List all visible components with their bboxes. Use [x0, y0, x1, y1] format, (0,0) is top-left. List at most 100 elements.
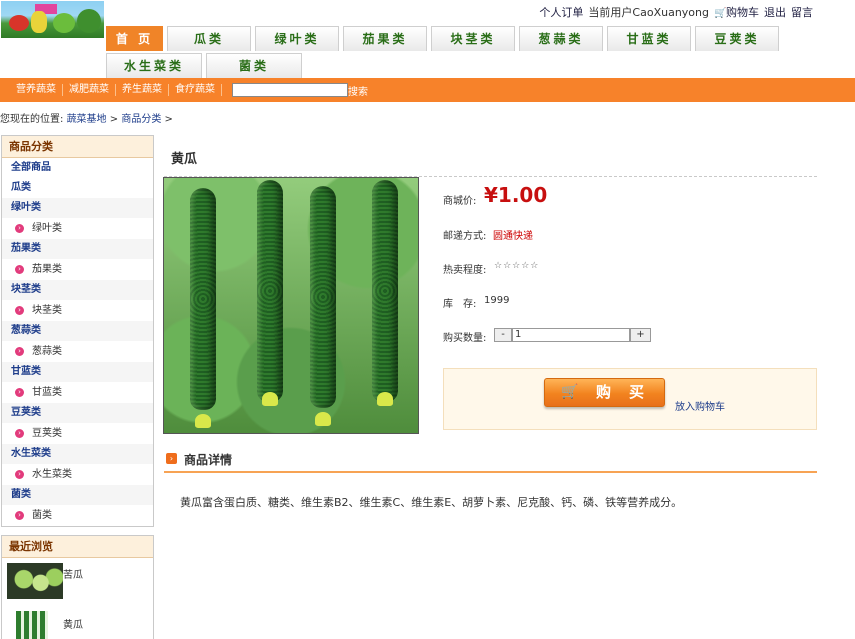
message-link[interactable]: 留言	[791, 4, 813, 19]
recent-item-name[interactable]: 苦瓜	[63, 566, 83, 581]
recent-thumbnail[interactable]	[16, 611, 48, 639]
stock-value: 1999	[484, 295, 510, 306]
bullet-arrow-icon: ›	[15, 511, 24, 520]
current-user-text: 当前用户CaoXuanyong	[588, 6, 709, 19]
quantity-label: 购买数量:	[443, 333, 487, 344]
bullet-arrow-icon: ›	[15, 347, 24, 356]
subcategory-label: 葱蒜类	[32, 346, 62, 357]
breadcrumb-category[interactable]: 商品分类	[121, 114, 161, 125]
logout-link[interactable]: 退出	[764, 4, 786, 19]
nav-tab-fungi[interactable]: 菌类	[206, 53, 302, 78]
category-aquatic[interactable]: 水生菜类	[2, 444, 153, 464]
category-nightshade[interactable]: 茄果类	[2, 239, 153, 259]
subcategory-label: 菌类	[32, 510, 52, 521]
product-image	[163, 177, 419, 434]
nav-tab-home[interactable]: 首 页	[106, 26, 163, 51]
nav-tab-alliums[interactable]: 葱蒜类	[519, 26, 603, 51]
sub-nav-bar: 营养蔬菜 减肥蔬菜 养生蔬菜 食疗蔬菜 搜索	[0, 78, 855, 102]
nav-tab-aquatic[interactable]: 水生菜类	[106, 53, 202, 78]
recent-thumbnail[interactable]	[7, 563, 63, 599]
arrow-right-icon: ›	[166, 453, 177, 464]
product-price: ¥1.00	[484, 183, 548, 207]
category-all[interactable]: 全部商品	[2, 158, 153, 178]
nav-tab-melons[interactable]: 瓜类	[167, 26, 251, 51]
subcategory-nightshade[interactable]: › 茄果类	[2, 259, 153, 280]
cart-icon: 🛒	[561, 384, 579, 400]
buy-button[interactable]: 🛒 购买	[544, 378, 665, 407]
bullet-arrow-icon: ›	[15, 388, 24, 397]
add-to-cart-link[interactable]: 放入购物车	[675, 398, 725, 413]
search-input[interactable]	[232, 83, 348, 97]
category-alliums[interactable]: 葱蒜类	[2, 321, 153, 341]
category-melons[interactable]: 瓜类	[2, 178, 153, 198]
subcategory-alliums[interactable]: › 葱蒜类	[2, 341, 153, 362]
recent-item-name[interactable]: 黄瓜	[63, 616, 83, 631]
nav-tab-tubers[interactable]: 块茎类	[431, 26, 515, 51]
quantity-input[interactable]: 1	[512, 328, 630, 342]
buy-button-label: 购买	[595, 383, 662, 401]
nav-tab-leafy[interactable]: 绿叶类	[255, 26, 339, 51]
subcategory-label: 块茎类	[32, 305, 62, 316]
nav-tab-legumes[interactable]: 豆荚类	[695, 26, 779, 51]
quantity-increment-button[interactable]: +	[630, 328, 651, 342]
details-description: 黄瓜富含蛋白质、糖类、维生素B2、维生素C、维生素E、胡萝卜素、尼克酸、钙、磷、…	[180, 496, 683, 509]
site-logo[interactable]	[1, 1, 104, 38]
nav-tab-nightshade[interactable]: 茄果类	[343, 26, 427, 51]
details-header: › 商品详情	[164, 450, 817, 473]
category-cabbage[interactable]: 甘蓝类	[2, 362, 153, 382]
cart-icon: 🛒	[714, 8, 727, 19]
bullet-arrow-icon: ›	[15, 265, 24, 274]
stock-label: 库 存:	[443, 299, 477, 310]
subcategory-label: 茄果类	[32, 264, 62, 275]
my-orders-link[interactable]: 个人订单	[539, 4, 583, 19]
breadcrumb-separator: >	[109, 114, 119, 125]
nav-tab-cabbage[interactable]: 甘蓝类	[607, 26, 691, 51]
sub-nav-therapy[interactable]: 食疗蔬菜	[169, 84, 222, 96]
bullet-arrow-icon: ›	[15, 306, 24, 315]
buy-panel: 🛒 购买 放入购物车	[443, 368, 817, 430]
category-tubers[interactable]: 块茎类	[2, 280, 153, 300]
sub-nav-nutrition[interactable]: 营养蔬菜	[10, 84, 63, 96]
recent-item[interactable]: 苦瓜	[2, 558, 153, 602]
cart-link-label: 购物车	[726, 6, 759, 19]
details-title: 商品详情	[184, 453, 233, 467]
category-fungi[interactable]: 菌类	[2, 485, 153, 505]
subcategory-label: 水生菜类	[32, 469, 72, 480]
shipping-value: 圆通快递	[493, 231, 533, 242]
subcategory-fungi[interactable]: › 菌类	[2, 505, 153, 526]
search-button[interactable]: 搜索	[348, 83, 368, 98]
category-leafy[interactable]: 绿叶类	[2, 198, 153, 218]
popularity-stars: ☆☆☆☆☆	[494, 261, 540, 271]
popularity-label: 热卖程度:	[443, 265, 487, 276]
subcategory-label: 豆荚类	[32, 428, 62, 439]
category-panel: 商品分类 全部商品 瓜类 绿叶类 › 绿叶类 茄果类 › 茄果类 块茎类 › 块茎类 …	[1, 135, 154, 527]
category-panel-title: 商品分类	[2, 136, 153, 158]
sub-nav-health[interactable]: 养生蔬菜	[116, 84, 169, 96]
bullet-arrow-icon: ›	[15, 470, 24, 479]
price-label: 商城价:	[443, 196, 477, 207]
main-nav-row-2: 水生菜类 菌类	[106, 53, 306, 78]
recent-panel: 最近浏览 苦瓜 黄瓜	[1, 535, 154, 639]
breadcrumb-home[interactable]: 蔬菜基地	[67, 114, 107, 125]
subcategory-cabbage[interactable]: › 甘蓝类	[2, 382, 153, 403]
subcategory-leafy[interactable]: › 绿叶类	[2, 218, 153, 239]
breadcrumb: 您现在的位置: 蔬菜基地 > 商品分类 >	[0, 110, 173, 125]
product-title: 黄瓜	[171, 152, 198, 167]
bullet-arrow-icon: ›	[15, 224, 24, 233]
subcategory-legumes[interactable]: › 豆荚类	[2, 423, 153, 444]
sub-nav-diet[interactable]: 减肥蔬菜	[63, 84, 116, 96]
subcategory-label: 甘蓝类	[32, 387, 62, 398]
shipping-label: 邮递方式:	[443, 231, 487, 242]
main-nav-row-1: 首 页 瓜类 绿叶类 茄果类 块茎类 葱蒜类 甘蓝类 豆荚类	[106, 26, 783, 51]
cart-link[interactable]: 🛒购物车	[714, 4, 759, 19]
breadcrumb-separator: >	[164, 114, 173, 125]
recent-item[interactable]: 黄瓜	[2, 602, 153, 639]
bullet-arrow-icon: ›	[15, 429, 24, 438]
recent-panel-title: 最近浏览	[2, 536, 153, 558]
breadcrumb-prefix: 您现在的位置:	[0, 114, 64, 125]
quantity-decrement-button[interactable]: -	[494, 328, 512, 342]
category-legumes[interactable]: 豆荚类	[2, 403, 153, 423]
subcategory-label: 绿叶类	[32, 223, 62, 234]
subcategory-aquatic[interactable]: › 水生菜类	[2, 464, 153, 485]
subcategory-tubers[interactable]: › 块茎类	[2, 300, 153, 321]
